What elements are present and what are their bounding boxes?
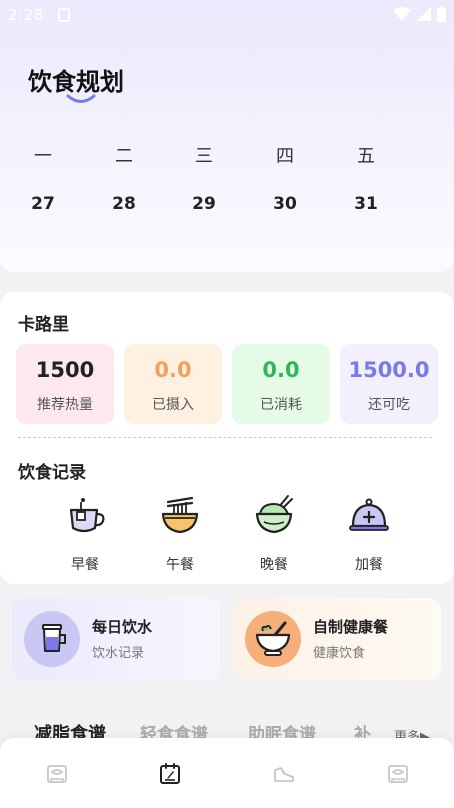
bottom-nav [0,738,454,808]
plan-icon[interactable] [158,762,182,786]
feature-title: 自制健康餐 [313,618,389,636]
status-icons [393,6,446,22]
stat-label: 还可吃 [368,397,410,413]
mortar-bowl-icon [245,611,301,667]
day-name: 三 [195,146,213,167]
day-number: 31 [354,194,378,214]
header-panel: 2:28 饮食规划 一 27 二 28 三 29 四 30 五 31 [0,0,454,272]
calorie-card: 卡路里 1500 推荐热量 0.0 已摄入 0.0 已消耗 1500.0 还可吃… [0,292,454,584]
page-title: 饮食规划 [28,68,124,96]
stat-value: 0.0 [154,358,192,382]
stat-value: 1500.0 [348,358,430,382]
healthy-meal-card[interactable]: 自制健康餐 健康饮食 [233,598,441,680]
day-mon[interactable]: 一 27 [23,142,63,214]
water-cup-icon [24,611,80,667]
title-underline-decoration [66,94,96,103]
rice-bowl-icon [255,495,293,534]
stat-value: 0.0 [262,358,300,382]
day-number: 27 [31,194,55,214]
meal-breakfast[interactable]: 早餐 [50,494,120,574]
profile-icon[interactable] [386,762,410,786]
day-fri[interactable]: 五 31 [346,142,386,214]
stat-label: 已摄入 [152,397,194,413]
sport-shoe-icon[interactable] [272,762,296,786]
day-thu[interactable]: 四 30 [265,142,305,214]
day-wed[interactable]: 三 29 [184,142,224,214]
meal-label: 午餐 [166,557,194,573]
meal-snack[interactable]: 加餐 [334,494,404,574]
stat-remaining: 1500.0 还可吃 [340,344,438,424]
day-number: 30 [273,194,297,214]
notification-icon [58,8,70,22]
meal-dinner[interactable]: 晚餐 [239,494,309,574]
day-name: 二 [115,146,133,167]
calorie-title: 卡路里 [18,315,69,335]
meal-label: 加餐 [355,557,383,573]
tea-cup-icon [69,498,105,533]
day-number: 28 [112,194,136,214]
feature-title: 每日饮水 [92,618,153,636]
battery-icon [437,6,446,22]
feature-subtitle: 饮水记录 [92,646,145,661]
divider [18,437,432,438]
stat-label: 已消耗 [260,397,302,413]
meal-label: 晚餐 [260,557,288,573]
meal-lunch[interactable]: 午餐 [145,494,215,574]
wifi-icon [393,7,411,21]
stat-value: 1500 [35,358,95,382]
day-tue[interactable]: 二 28 [104,142,144,214]
status-bar: 2:28 [0,0,454,32]
stat-recommended: 1500 推荐热量 [16,344,114,424]
home-icon[interactable] [45,762,69,786]
day-name: 一 [34,146,52,167]
feature-subtitle: 健康饮食 [313,646,366,661]
water-card[interactable]: 每日饮水 饮水记录 [12,598,220,680]
stat-burned: 0.0 已消耗 [232,344,330,424]
noodle-bowl-icon [161,496,199,534]
stat-intake: 0.0 已摄入 [124,344,222,424]
signal-icon [417,7,431,21]
records-title: 饮食记录 [18,463,86,483]
meal-label: 早餐 [71,557,99,573]
day-number: 29 [192,194,216,214]
day-name: 五 [357,146,375,167]
status-time: 2:28 [8,6,44,24]
stat-label: 推荐热量 [37,397,93,413]
food-cloche-icon [349,498,389,531]
day-name: 四 [276,146,294,167]
